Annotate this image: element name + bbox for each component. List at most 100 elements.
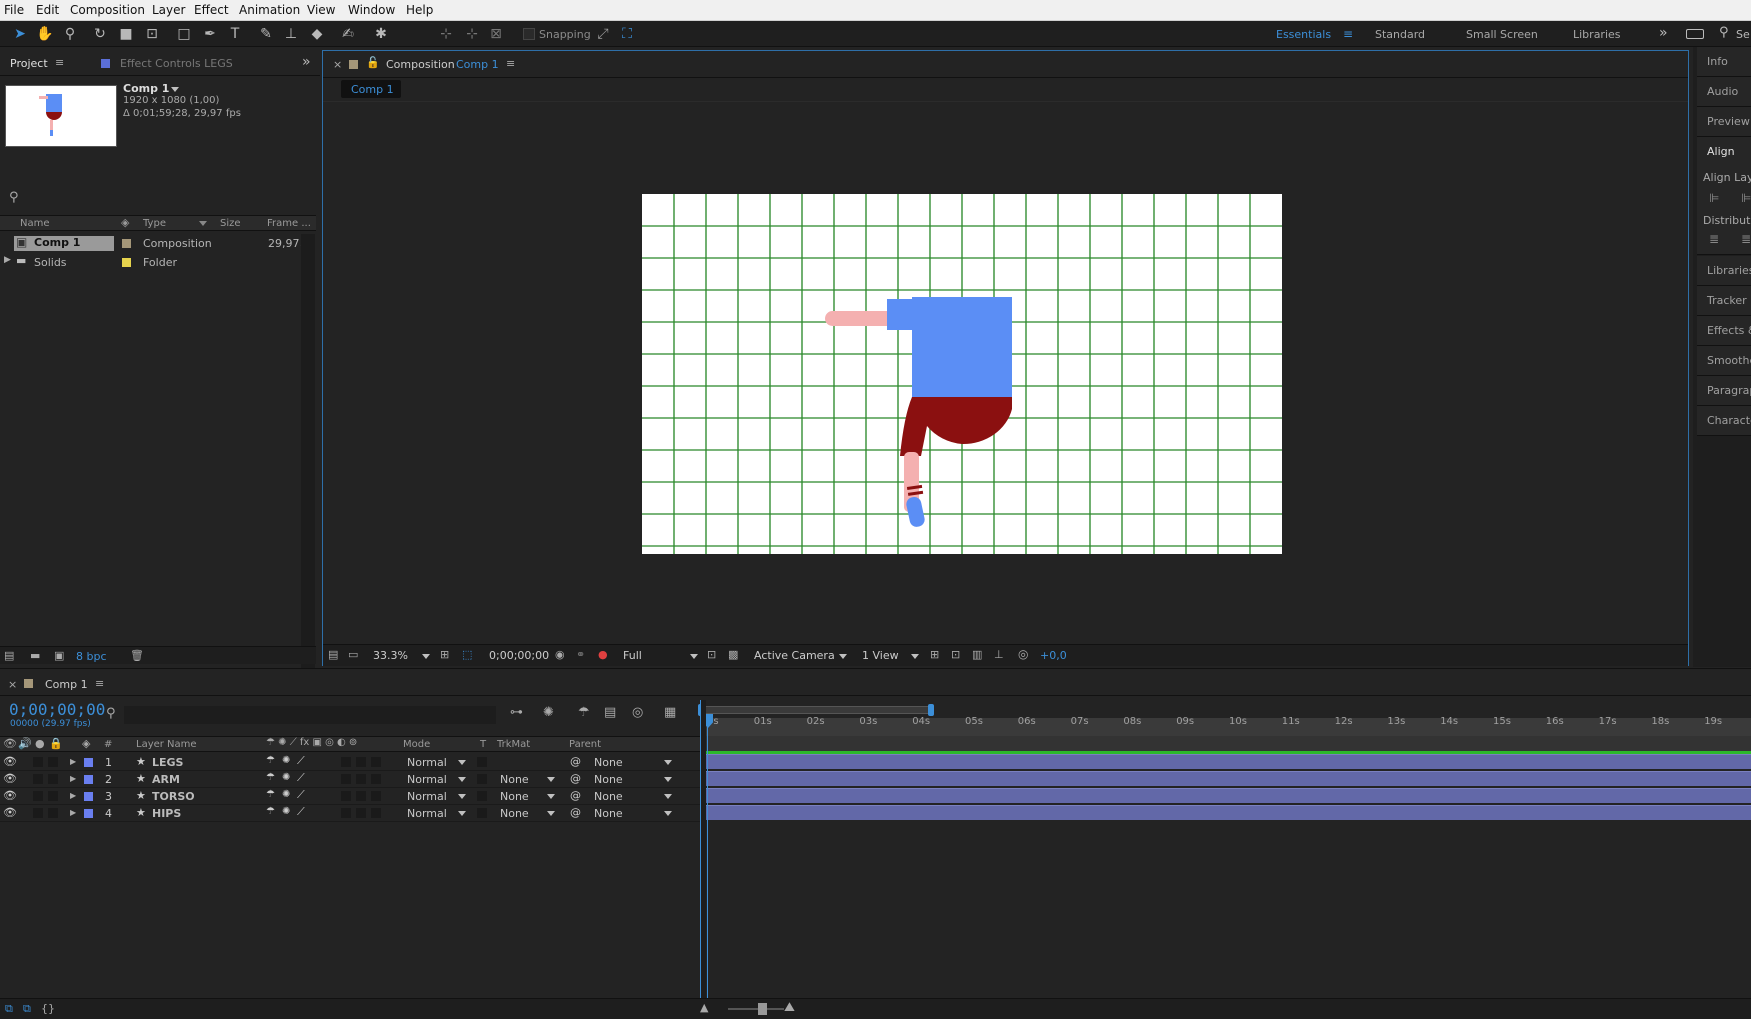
- roto-brush-tool-icon[interactable]: ✍: [338, 25, 358, 43]
- flowchart-icon[interactable]: ⊥: [994, 648, 1004, 661]
- time-ruler[interactable]: [698, 700, 1751, 736]
- reset-exposure-icon[interactable]: ◎: [1018, 647, 1028, 661]
- eraser-tool-icon[interactable]: ◆: [307, 25, 327, 43]
- close-tab-icon[interactable]: ×: [8, 678, 17, 691]
- 3d-toggle[interactable]: [371, 757, 381, 767]
- always-preview-icon[interactable]: ▤: [328, 648, 338, 661]
- layer-mode-dropdown[interactable]: Normal: [407, 807, 447, 820]
- col-layer-name[interactable]: Layer Name: [136, 739, 197, 750]
- delete-icon[interactable]: 🗑: [130, 649, 144, 662]
- trkmat-arrow-icon[interactable]: [547, 777, 555, 782]
- workspace-menu-icon[interactable]: ≡: [1343, 27, 1353, 41]
- shy-icon[interactable]: ☂: [266, 789, 275, 800]
- solo-toggle[interactable]: [33, 757, 43, 767]
- zoom-dropdown[interactable]: 33.3%: [373, 649, 408, 662]
- expand-arrow-icon[interactable]: ▶: [70, 757, 76, 766]
- view-layout-arrow-icon[interactable]: [911, 654, 919, 659]
- libraries-panel[interactable]: Libraries: [1697, 256, 1751, 286]
- pen-tool-icon[interactable]: ✒: [200, 25, 220, 43]
- lock-toggle[interactable]: [48, 774, 58, 784]
- shy-icon[interactable]: ☂: [266, 755, 275, 766]
- col-frame-rate[interactable]: Frame ...: [267, 218, 311, 229]
- zoom-tool-icon[interactable]: ⚲: [60, 25, 80, 43]
- project-item-row[interactable]: ▶ ▬ Solids Folder: [0, 253, 316, 270]
- parent-arrow-icon[interactable]: [664, 794, 672, 799]
- search-help-icon[interactable]: ⚲: [1719, 25, 1729, 40]
- visibility-eye-icon[interactable]: 👁: [3, 755, 17, 768]
- mode-arrow-icon[interactable]: [458, 760, 466, 765]
- comp-info-dropdown-icon[interactable]: [171, 87, 179, 92]
- preserve-transparency-toggle[interactable]: [477, 774, 487, 784]
- text-tool-icon[interactable]: T: [225, 25, 245, 43]
- parent-arrow-icon[interactable]: [664, 777, 672, 782]
- mode-arrow-icon[interactable]: [458, 811, 466, 816]
- col-parent[interactable]: Parent: [569, 739, 601, 750]
- graph-editor-icon[interactable]: ▦: [664, 705, 676, 720]
- visibility-eye-icon[interactable]: 👁: [3, 772, 17, 785]
- camera-dropdown-arrow-icon[interactable]: [839, 654, 847, 659]
- align-left-icon[interactable]: ⊫: [1709, 191, 1719, 205]
- new-folder-icon[interactable]: ▬: [30, 649, 40, 662]
- preserve-transparency-toggle[interactable]: [477, 757, 487, 767]
- timeline-search-icon[interactable]: ⚲: [106, 706, 116, 721]
- local-axis-icon[interactable]: ⊹: [436, 25, 456, 43]
- safe-margins-icon[interactable]: ⊞: [440, 648, 449, 661]
- camera-tool-icon[interactable]: ■: [116, 25, 136, 43]
- 3d-toggle[interactable]: [371, 791, 381, 801]
- solo-toggle[interactable]: [33, 774, 43, 784]
- expand-arrow-icon[interactable]: ▶: [4, 255, 11, 265]
- expand-arrow-icon[interactable]: ▶: [70, 791, 76, 800]
- transparency-grid-icon[interactable]: ▩: [728, 648, 738, 661]
- layer-label-swatch[interactable]: [84, 792, 93, 801]
- distribute-center-icon[interactable]: ≣: [1741, 232, 1751, 246]
- col-type[interactable]: Type: [143, 218, 166, 229]
- layer-name[interactable]: HIPS: [152, 807, 181, 820]
- resolution-dropdown-arrow-icon[interactable]: [690, 654, 698, 659]
- motion-blur-toggle[interactable]: [341, 791, 351, 801]
- align-tab[interactable]: Align: [1707, 145, 1735, 158]
- layer-parent-dropdown[interactable]: None: [594, 807, 623, 820]
- mask-visibility-icon[interactable]: ⬚: [462, 648, 472, 661]
- parent-arrow-icon[interactable]: [664, 760, 672, 765]
- quality-icon[interactable]: ⟋: [297, 771, 305, 785]
- menu-help[interactable]: Help: [406, 3, 433, 17]
- col-t[interactable]: T: [480, 739, 486, 750]
- layer-bar[interactable]: [706, 754, 1751, 769]
- shy-icon[interactable]: ☂: [266, 772, 275, 783]
- layer-switches-icon[interactable]: ⧉: [5, 1002, 13, 1016]
- frame-blending-icon[interactable]: ▤: [604, 705, 616, 720]
- motion-blur-toggle[interactable]: [341, 808, 351, 818]
- toggle-pixel-aspect-icon[interactable]: ⊞: [930, 648, 939, 661]
- view-layout-dropdown[interactable]: 1 View: [862, 649, 899, 662]
- layer-parent-dropdown[interactable]: None: [594, 756, 623, 769]
- expand-panels-icon[interactable]: »: [302, 54, 311, 70]
- layer-row[interactable]: 👁 ▶ 1 ★ LEGS ☂ ✺ ⟋ Normal @ None: [0, 754, 700, 771]
- layer-parent-dropdown[interactable]: None: [594, 773, 623, 786]
- trkmat-arrow-icon[interactable]: [547, 794, 555, 799]
- breadcrumb[interactable]: Comp 1: [341, 80, 401, 98]
- adjustment-toggle[interactable]: [356, 808, 366, 818]
- layer-trkmat-dropdown[interactable]: None: [500, 790, 529, 803]
- collapse-icon[interactable]: ✺: [282, 806, 290, 817]
- menu-effect[interactable]: Effect: [194, 3, 229, 17]
- project-search-input[interactable]: [26, 187, 316, 205]
- work-area-end-handle[interactable]: [928, 704, 934, 716]
- transfer-controls-icon[interactable]: ⧉: [23, 1002, 31, 1016]
- workspace-libraries[interactable]: Libraries: [1573, 28, 1621, 41]
- quality-icon[interactable]: ⟋: [297, 788, 305, 802]
- label-column-icon[interactable]: ◈: [121, 216, 129, 229]
- pick-whip-icon[interactable]: @: [570, 755, 581, 768]
- col-size[interactable]: Size: [220, 218, 241, 229]
- visibility-eye-icon[interactable]: 👁: [3, 806, 17, 819]
- layer-mode-dropdown[interactable]: Normal: [407, 790, 447, 803]
- shy-icon[interactable]: ☂: [266, 806, 275, 817]
- panel-menu-icon[interactable]: ≡: [55, 56, 64, 69]
- workspace-essentials[interactable]: Essentials: [1276, 28, 1331, 41]
- monitor-icon[interactable]: ▭: [348, 648, 358, 661]
- menu-animation[interactable]: Animation: [239, 3, 300, 17]
- snapping-checkbox[interactable]: [523, 28, 535, 40]
- current-time[interactable]: 0;00;00;00: [489, 649, 549, 662]
- work-area-bar[interactable]: [700, 706, 930, 714]
- hand-tool-icon[interactable]: ✋: [35, 25, 55, 43]
- align-center-icon[interactable]: ⊫: [1741, 191, 1751, 205]
